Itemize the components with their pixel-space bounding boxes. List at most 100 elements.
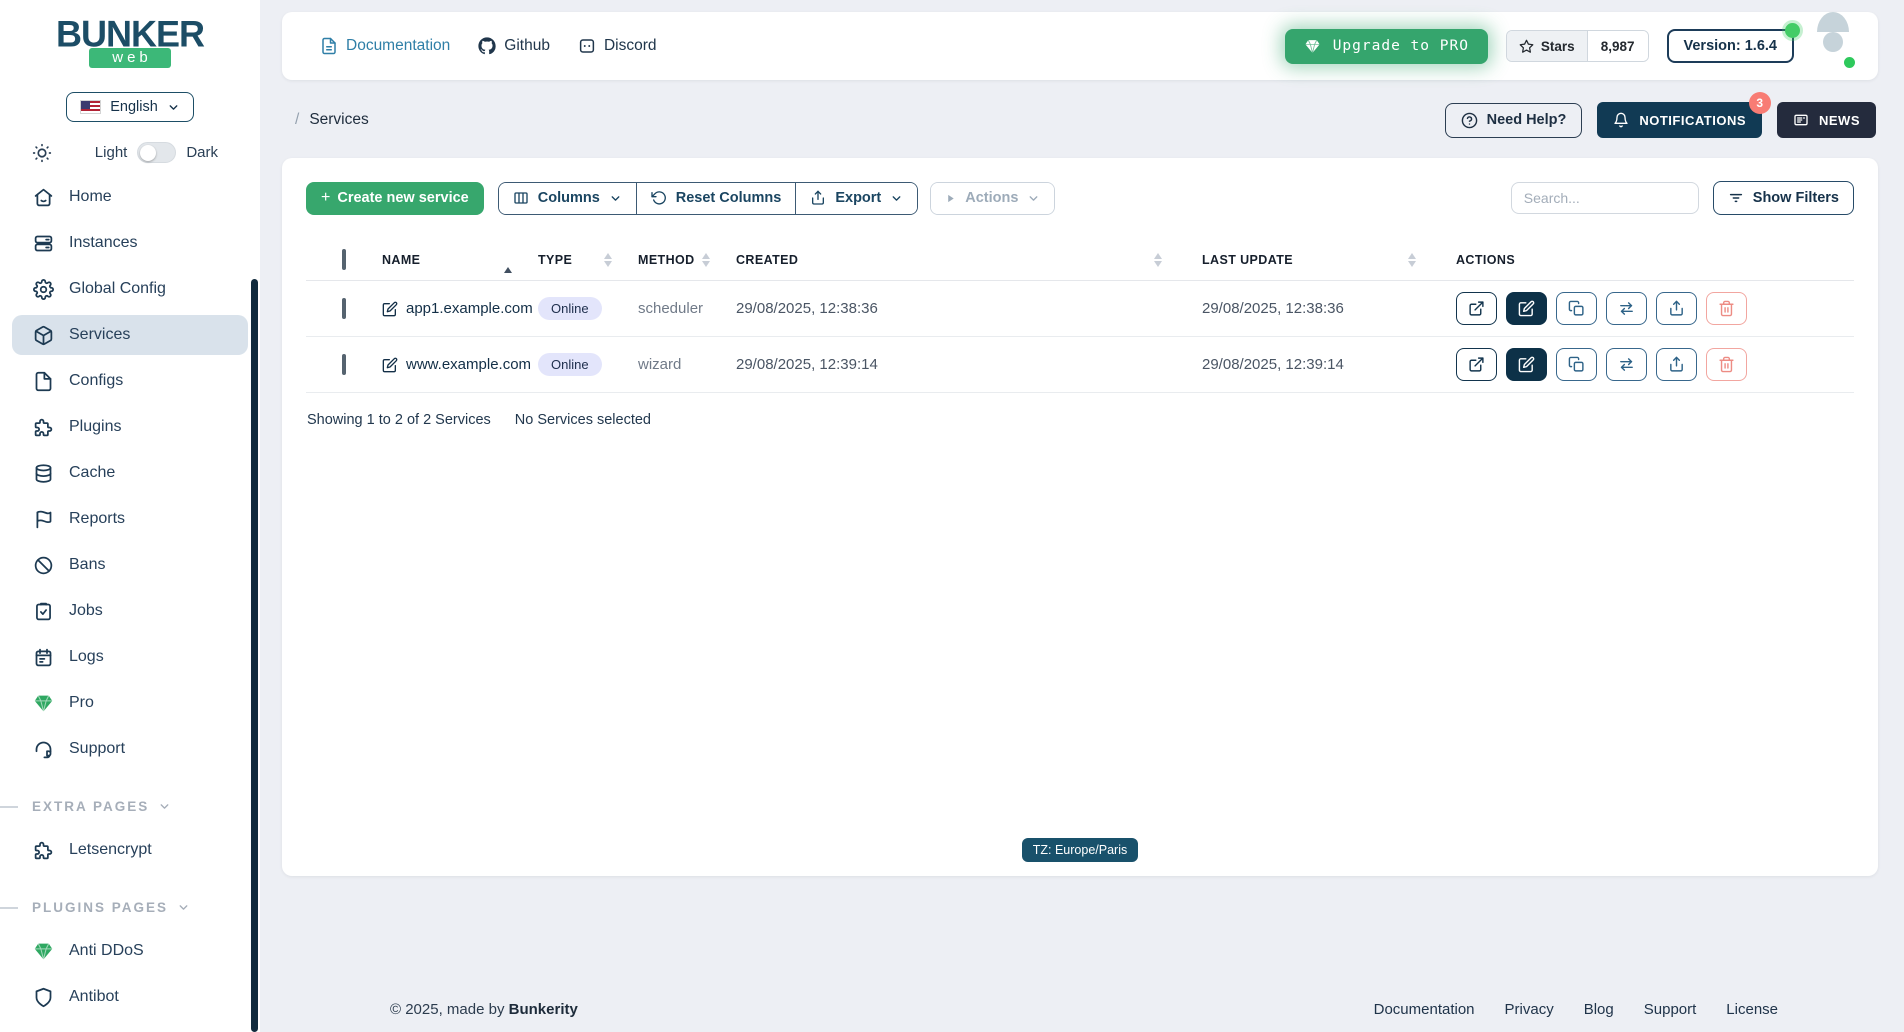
create-service-button[interactable]: + Create new service <box>306 182 484 215</box>
column-header-method[interactable]: METHOD <box>638 253 736 267</box>
sidebar-item-antibot[interactable]: Antibot <box>12 977 248 1017</box>
section-extra-pages[interactable]: EXTRA PAGES <box>0 799 260 814</box>
header-label: CREATED <box>736 253 798 267</box>
document-icon <box>320 37 338 55</box>
reset-columns-label: Reset Columns <box>676 190 782 206</box>
sidebar-item-home[interactable]: Home <box>12 177 248 217</box>
us-flag-icon <box>80 100 101 114</box>
language-selector[interactable]: English <box>66 92 194 122</box>
edit-icon <box>1518 300 1535 317</box>
footer-link-license[interactable]: License <box>1726 1001 1778 1018</box>
table-header-row: NAME TYPE METHOD CREATED <box>306 239 1854 281</box>
edit-service-button[interactable] <box>1506 292 1547 325</box>
sidebar-item-plugins[interactable]: Plugins <box>12 407 248 447</box>
section-plugins-pages[interactable]: PLUGINS PAGES <box>0 900 260 915</box>
export-button[interactable]: Export <box>796 183 917 214</box>
select-all-checkbox[interactable] <box>342 249 346 270</box>
sidebar-item-letsencrypt[interactable]: Letsencrypt <box>12 830 248 870</box>
column-header-name[interactable]: NAME <box>382 253 538 267</box>
user-avatar[interactable] <box>1812 25 1854 67</box>
edit-service-button[interactable] <box>1506 348 1547 381</box>
reset-columns-button[interactable]: Reset Columns <box>637 183 797 214</box>
table-row: app1.example.com Online scheduler 29/08/… <box>306 281 1854 337</box>
clone-service-button[interactable] <box>1556 348 1597 381</box>
sidebar-item-logs[interactable]: Logs <box>12 637 248 677</box>
chevron-down-icon <box>158 800 171 813</box>
notifications-button[interactable]: NOTIFICATIONS 3 <box>1597 102 1762 138</box>
database-icon <box>33 463 54 484</box>
footer-link-support[interactable]: Support <box>1644 1001 1697 1018</box>
need-help-button[interactable]: Need Help? <box>1445 103 1583 138</box>
github-link[interactable]: Github <box>478 37 550 55</box>
show-filters-label: Show Filters <box>1753 190 1839 206</box>
service-name-cell[interactable]: app1.example.com <box>382 300 538 317</box>
row-checkbox[interactable] <box>342 298 346 319</box>
sidebar-item-anti-ddos[interactable]: Anti DDoS <box>12 931 248 971</box>
service-name-cell[interactable]: www.example.com <box>382 356 538 373</box>
convert-service-button[interactable] <box>1606 292 1647 325</box>
last-update-cell: 29/08/2025, 12:38:36 <box>1202 300 1456 317</box>
open-service-button[interactable] <box>1456 348 1497 381</box>
column-header-type[interactable]: TYPE <box>538 253 638 267</box>
version-button[interactable]: Version: 1.6.4 <box>1667 29 1795 63</box>
footer-link-documentation[interactable]: Documentation <box>1374 1001 1475 1018</box>
theme-toggle[interactable] <box>137 142 176 163</box>
column-header-last-update[interactable]: LAST UPDATE <box>1202 253 1456 267</box>
columns-button[interactable]: Columns <box>499 183 637 214</box>
news-button[interactable]: NEWS <box>1777 102 1876 138</box>
search-input[interactable] <box>1511 182 1699 214</box>
method-cell: scheduler <box>638 300 736 317</box>
actions-button[interactable]: Actions <box>931 183 1054 214</box>
github-stars-widget[interactable]: Stars 8,987 <box>1506 30 1649 62</box>
upgrade-to-pro-button[interactable]: Upgrade to PRO <box>1285 29 1488 64</box>
sidebar-item-support[interactable]: Support <box>12 729 248 769</box>
section-label: PLUGINS PAGES <box>32 900 168 915</box>
documentation-link[interactable]: Documentation <box>320 37 450 55</box>
extra-pages-nav: Letsencrypt <box>0 830 260 870</box>
open-service-button[interactable] <box>1456 292 1497 325</box>
sidebar-item-reports[interactable]: Reports <box>12 499 248 539</box>
delete-service-button[interactable] <box>1706 348 1747 381</box>
sidebar-item-jobs[interactable]: Jobs <box>12 591 248 631</box>
upload-icon <box>1668 300 1685 317</box>
footer-link-blog[interactable]: Blog <box>1584 1001 1614 1018</box>
clipboard-check-icon <box>33 601 54 622</box>
export-service-button[interactable] <box>1656 292 1697 325</box>
sidebar-item-label: Home <box>69 188 112 206</box>
footer-link-privacy[interactable]: Privacy <box>1505 1001 1554 1018</box>
sidebar-item-services[interactable]: Services <box>12 315 248 355</box>
bell-icon <box>1613 112 1629 128</box>
section-dash <box>0 907 18 909</box>
trash-icon <box>1718 300 1735 317</box>
company-link[interactable]: Bunkerity <box>509 1001 578 1018</box>
plus-icon: + <box>321 189 330 207</box>
page-actions: Need Help? NOTIFICATIONS 3 NEWS <box>1445 102 1876 138</box>
sidebar-item-bans[interactable]: Bans <box>12 545 248 585</box>
delete-service-button[interactable] <box>1706 292 1747 325</box>
last-update-cell: 29/08/2025, 12:39:14 <box>1202 356 1456 373</box>
sidebar-scrollbar[interactable] <box>251 279 258 1032</box>
discord-link[interactable]: Discord <box>578 37 657 55</box>
column-header-created[interactable]: CREATED <box>736 253 1202 267</box>
sidebar-item-global-config[interactable]: Global Config <box>12 269 248 309</box>
actions-label: Actions <box>965 190 1018 206</box>
sidebar-item-label: Logs <box>69 648 104 666</box>
convert-service-button[interactable] <box>1606 348 1647 381</box>
show-filters-button[interactable]: Show Filters <box>1713 181 1854 215</box>
version-label: Version: 1.6.4 <box>1684 38 1778 54</box>
diamond-icon <box>33 693 54 714</box>
export-service-button[interactable] <box>1656 348 1697 381</box>
plugins-pages-nav: Anti DDoS Antibot <box>0 931 260 1017</box>
topbar-right: Upgrade to PRO Stars 8,987 Version: 1.6.… <box>1285 25 1854 67</box>
row-checkbox[interactable] <box>342 354 346 375</box>
sidebar-item-pro[interactable]: Pro <box>12 683 248 723</box>
sidebar-item-label: Instances <box>69 234 137 252</box>
row-actions <box>1456 348 1854 381</box>
clone-service-button[interactable] <box>1556 292 1597 325</box>
edit-icon <box>1518 356 1535 373</box>
sidebar-item-configs[interactable]: Configs <box>12 361 248 401</box>
sidebar-item-instances[interactable]: Instances <box>12 223 248 263</box>
columns-icon <box>513 190 529 206</box>
help-circle-icon <box>1461 112 1478 129</box>
sidebar-item-cache[interactable]: Cache <box>12 453 248 493</box>
